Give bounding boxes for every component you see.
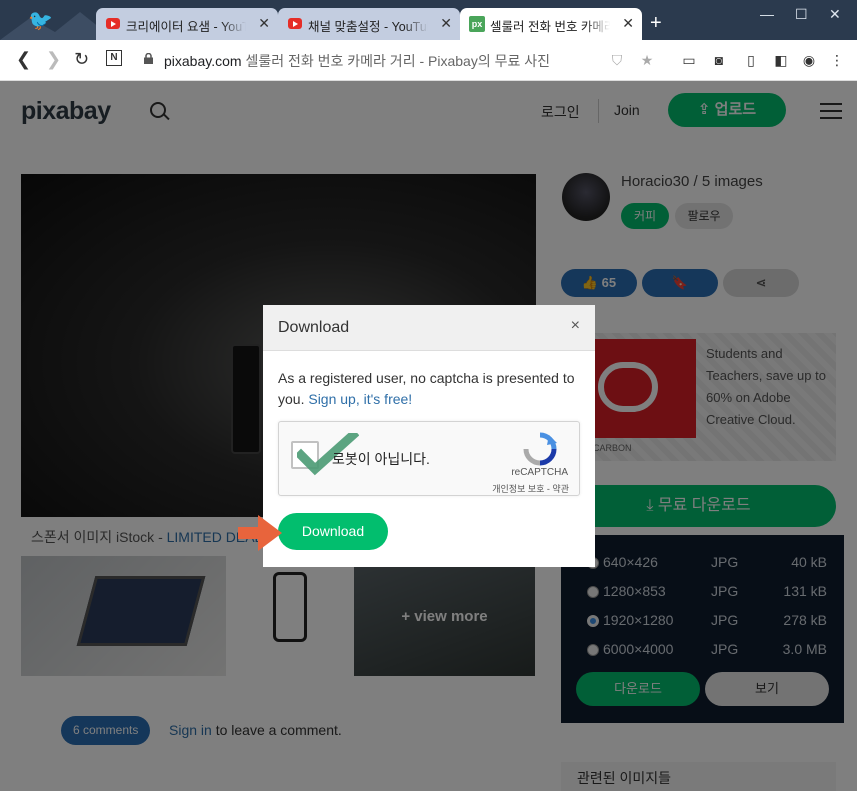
tab-youtube-creator[interactable]: 크리에이터 요샘 - YouTube ✕ — [96, 8, 278, 40]
tab-title: 채널 맞춤설정 - YouTube — [308, 20, 428, 34]
tab-title: 셀룰러 전화 번호 카메라 — [490, 20, 610, 34]
download-modal: Download × As a registered user, no capt… — [263, 305, 595, 567]
youtube-icon — [106, 18, 120, 29]
lock-icon — [144, 53, 153, 64]
twitter-icon: 🐦 — [28, 10, 53, 32]
tab-pixabay[interactable]: px 셀룰러 전화 번호 카메라 ✕ — [460, 8, 642, 40]
recaptcha-brand: reCAPTCHA — [511, 467, 568, 478]
recaptcha-widget: 로봇이 아닙니다. reCAPTCHA 개인정보 보호 - 약관 — [278, 421, 580, 496]
video-icon[interactable]: ▭ — [680, 52, 698, 68]
recaptcha-terms[interactable]: 개인정보 보호 - 약관 — [492, 482, 569, 495]
menu-dots-icon[interactable]: ⋮ — [828, 52, 846, 68]
back-icon[interactable]: ❮ — [16, 49, 31, 70]
url-domain: pixabay.com — [164, 53, 242, 69]
browser-titlebar: 🐦 크리에이터 요샘 - YouTube ✕ 채널 맞춤설정 - YouTube… — [0, 0, 857, 40]
close-tab-icon[interactable]: ✕ — [622, 15, 634, 32]
star-icon[interactable]: ★ — [638, 52, 656, 68]
profile-icon[interactable]: ◉ — [800, 52, 818, 68]
recaptcha-label: 로봇이 아닙니다. — [332, 451, 430, 467]
reload-icon[interactable]: ↻ — [74, 49, 89, 70]
url-title: 셀룰러 전화 번호 카메라 거리 - Pixabay의 무료 사진 — [245, 53, 550, 69]
notion-icon[interactable]: N — [106, 50, 122, 66]
pixabay-page: pixabay 로그인 Join ⇪ 업로드 스폰서 이미지 iStock - … — [0, 81, 857, 791]
shield-icon[interactable]: ⛉ — [608, 52, 626, 68]
sidebar-icon[interactable]: ◧ — [772, 52, 790, 68]
pixabay-icon: px — [469, 16, 485, 32]
forward-icon[interactable]: ❯ — [46, 49, 61, 70]
modal-header: Download × — [263, 305, 595, 351]
close-icon[interactable]: × — [571, 317, 580, 335]
minimize-icon[interactable]: — — [760, 6, 774, 22]
tab-title: 크리에이터 요샘 - YouTube — [126, 20, 246, 34]
youtube-icon — [288, 18, 302, 29]
url-field[interactable]: pixabay.com 셀룰러 전화 번호 카메라 거리 - Pixabay의 … — [164, 51, 550, 71]
close-window-icon[interactable]: ✕ — [829, 6, 841, 23]
modal-title: Download — [278, 319, 350, 336]
modal-download-button[interactable]: Download — [278, 513, 388, 550]
address-bar: ❮ ❯ ↻ N pixabay.com 셀룰러 전화 번호 카메라 거리 - P… — [0, 40, 857, 81]
annotation-arrow-icon — [238, 515, 282, 551]
tab-youtube-channel[interactable]: 채널 맞춤설정 - YouTube ✕ — [278, 8, 460, 40]
reader-icon[interactable]: ▯ — [742, 52, 760, 68]
signup-link[interactable]: Sign up, it's free! — [308, 391, 412, 407]
camera-icon[interactable]: ◙ — [710, 52, 728, 68]
new-tab-icon[interactable]: + — [650, 12, 662, 35]
close-tab-icon[interactable]: ✕ — [258, 15, 270, 32]
close-tab-icon[interactable]: ✕ — [440, 15, 452, 32]
maximize-icon[interactable]: ☐ — [795, 6, 808, 23]
modal-message: As a registered user, no captcha is pres… — [278, 368, 580, 410]
recaptcha-logo-icon — [523, 432, 557, 466]
recaptcha-checkbox[interactable] — [291, 433, 359, 476]
